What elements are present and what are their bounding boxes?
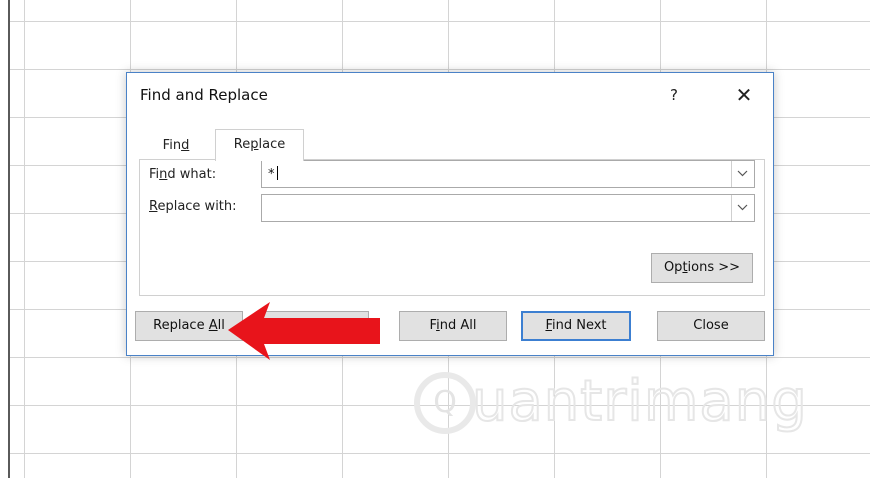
replace-with-label: Replace with: — [149, 199, 237, 214]
tab-replace-label-rest: lace — [258, 137, 286, 152]
replace-with-dropdown-button[interactable] — [731, 195, 754, 221]
replace-with-input[interactable] — [261, 194, 755, 222]
options-label-pre: Op — [663, 260, 683, 275]
watermark-logo-icon: Q — [414, 372, 476, 434]
watermark-text: uantrimang — [471, 369, 808, 435]
dialog-titlebar: Find and Replace ? ✕ — [127, 73, 773, 117]
replace-all-accesskey: A — [208, 318, 218, 333]
close-button[interactable]: Close — [657, 311, 765, 341]
replace-with-label-post: eplace with: — [157, 199, 237, 214]
find-what-label: Find what: — [149, 167, 216, 182]
find-what-dropdown-button[interactable] — [731, 161, 754, 187]
find-what-label-post: d what: — [167, 167, 217, 182]
red-arrow-icon — [228, 302, 380, 360]
tab-replace-label: Re — [233, 137, 251, 152]
find-next-label-post: ind Next — [552, 318, 607, 333]
tab-find[interactable]: Find — [140, 133, 212, 159]
options-button[interactable]: Options >> — [651, 253, 753, 283]
help-button[interactable]: ? — [659, 81, 689, 109]
find-what-value: * — [268, 166, 278, 182]
chevron-down-icon — [737, 170, 748, 177]
tab-find-label: Fin — [162, 138, 182, 153]
text-caret — [276, 166, 278, 180]
dialog-title: Find and Replace — [140, 86, 268, 104]
close-icon[interactable]: ✕ — [728, 81, 760, 109]
sheet-bottom-edge — [0, 478, 870, 487]
find-what-input[interactable]: * — [261, 160, 755, 188]
options-label-post: ions >> — [687, 260, 741, 275]
replace-all-label-pre: Replace — [153, 318, 209, 333]
replace-panel: Find what: * Replace with: Options >> — [139, 159, 765, 296]
find-what-label-pre: Fi — [149, 167, 160, 182]
watermark: Q uantrimang — [414, 364, 808, 444]
tab-replace[interactable]: Replace — [215, 129, 304, 161]
find-all-button[interactable]: Find All — [399, 311, 507, 341]
find-what-text: * — [268, 167, 275, 182]
find-next-button[interactable]: Find Next — [521, 311, 631, 341]
tab-find-accesskey: d — [181, 138, 190, 153]
chevron-down-icon — [737, 204, 748, 211]
find-all-label-post: nd All — [439, 318, 477, 333]
